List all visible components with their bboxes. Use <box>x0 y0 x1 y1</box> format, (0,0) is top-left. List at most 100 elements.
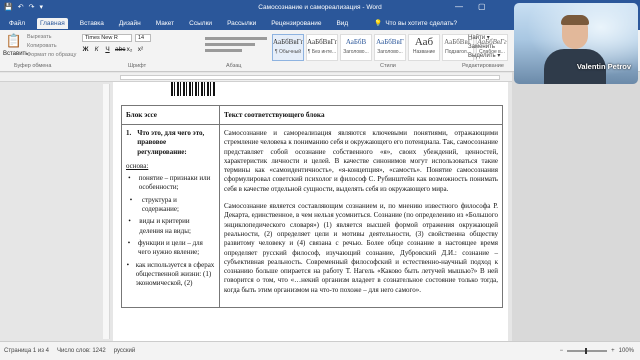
paste-button[interactable]: Вставить <box>3 51 28 57</box>
maximize-button[interactable]: ▢ <box>478 2 486 11</box>
tab-file[interactable]: Файл <box>6 18 28 29</box>
style-preview: АаБбВвГг <box>273 38 303 46</box>
table-header-cell: Текст соответствующего блока <box>219 105 503 125</box>
style-title[interactable]: Ааб Название <box>408 34 440 61</box>
italic-button[interactable]: К <box>93 46 100 53</box>
font-group-label: Шрифт <box>128 63 147 69</box>
document-page[interactable]: Блок эссе Текст соответствующего блока 1… <box>113 82 508 341</box>
style-name: Заголово... <box>377 49 403 55</box>
paragraph-group-label: Абзац <box>226 63 242 69</box>
style-name: Заголово... <box>343 49 369 55</box>
copy-button[interactable]: Копировать <box>27 43 57 49</box>
item-heading: Что это, для чего это, правовое регулиро… <box>137 129 205 156</box>
webcam-overlay: Valentin Petrov <box>514 3 638 84</box>
bullet-icon: • <box>128 217 131 226</box>
table-header-row: Блок эссе Текст соответствующего блока <box>121 105 503 125</box>
style-name: ¶ Обычный <box>274 49 302 55</box>
editing-group: Найти ▾ Заменить Выделить ▾ <box>468 34 500 61</box>
editing-group-label: Редактирование <box>462 63 504 69</box>
font-group: Times New R 14 Ж К Ч abc x₂ x² <box>82 34 197 64</box>
paragraph-group <box>205 34 267 64</box>
style-preview: АаБбВвГ <box>376 38 404 46</box>
tab-home[interactable]: Главная <box>36 17 68 29</box>
style-normal[interactable]: АаБбВвГг ¶ Обычный <box>272 34 304 61</box>
tab-mailings[interactable]: Рассылки <box>224 18 259 29</box>
list-item: как используется в сферах общественной ж… <box>135 260 215 288</box>
list-item: виды и критерии деления на виды; <box>139 217 191 235</box>
word-count[interactable]: Число слов: 1242 <box>57 348 106 354</box>
paste-icon[interactable]: 📋 <box>5 33 23 49</box>
bullet-icon: • <box>127 238 131 247</box>
format-painter-button[interactable]: Формат по образцу <box>27 52 76 58</box>
language-indicator[interactable]: русский <box>114 348 136 354</box>
essay-table: Блок эссе Текст соответствующего блока 1… <box>121 105 503 309</box>
clipboard-group-label: Буфер обмена <box>14 63 52 69</box>
paragraph: Самосознание и самореализация являются к… <box>224 129 498 193</box>
align-icon[interactable] <box>205 43 255 46</box>
zoom-level[interactable]: 100% <box>619 348 634 354</box>
vertical-ruler[interactable] <box>103 84 110 339</box>
zoom-slider[interactable] <box>567 348 608 354</box>
style-heading-2[interactable]: АаБбВвГ Заголово... <box>374 34 406 61</box>
style-name: ¶ Без инте... <box>307 49 337 55</box>
qr-code-image <box>171 82 215 96</box>
replace-button[interactable]: Заменить <box>468 43 500 52</box>
right-panel <box>512 72 640 342</box>
superscript-button[interactable]: x² <box>137 46 144 53</box>
zoom-out-icon[interactable]: − <box>560 348 564 354</box>
bullet-icon: • <box>128 174 131 183</box>
ruler-track <box>120 75 500 80</box>
font-name-select[interactable]: Times New R <box>82 34 132 42</box>
style-heading-1[interactable]: АаБбВ Заголово... <box>340 34 372 61</box>
style-name: Название <box>412 49 436 55</box>
lightbulb-icon: 💡 <box>374 20 383 27</box>
list-item: понятие – признаки или особенности; <box>138 174 211 192</box>
table-cell-left[interactable]: 1. Что это, для чего это, правовое регули… <box>121 123 220 309</box>
tab-references[interactable]: Ссылки <box>186 18 215 29</box>
presenter-hair <box>561 15 589 25</box>
table-cell-right[interactable]: Самосознание и самореализация являются к… <box>219 123 503 309</box>
horizontal-ruler[interactable] <box>0 73 512 82</box>
clipboard-group: 📋 Вставить Вырезать Копировать Формат по… <box>3 33 76 67</box>
basis-label: основа: <box>126 161 149 170</box>
tab-design[interactable]: Дизайн <box>116 18 144 29</box>
bullet-icon: • <box>126 260 130 269</box>
style-preview: АаБбВ <box>345 38 367 46</box>
table-header-cell: Блок эссе <box>121 105 220 125</box>
style-no-spacing[interactable]: АаБбВвГг ¶ Без инте... <box>306 34 338 61</box>
tell-me-search[interactable]: 💡 Что вы хотите сделать? <box>374 19 458 28</box>
bullet-icon: • <box>129 195 133 204</box>
select-button[interactable]: Выделить ▾ <box>468 52 500 61</box>
font-size-select[interactable]: 14 <box>135 34 151 42</box>
document-area: Блок эссе Текст соответствующего блока 1… <box>0 82 512 341</box>
underline-button[interactable]: Ч <box>104 46 111 53</box>
tab-review[interactable]: Рецензирование <box>268 18 324 29</box>
list-item: функции и цели – для чего нужно явление; <box>138 238 203 257</box>
zoom-in-icon[interactable]: + <box>611 348 615 354</box>
presenter-name: Valentin Petrov <box>576 62 631 71</box>
tell-me-text: Что вы хотите сделать? <box>385 19 458 27</box>
list-item: структура и содержание; <box>141 195 179 214</box>
zoom-slider-thumb[interactable] <box>585 348 588 354</box>
style-preview: АаБбВвГг <box>307 38 337 46</box>
bold-button[interactable]: Ж <box>82 46 89 53</box>
minimize-button[interactable]: — <box>455 2 463 11</box>
status-bar: Страница 1 из 4 Число слов: 1242 русский… <box>0 341 640 360</box>
page-count[interactable]: Страница 1 из 4 <box>4 348 49 354</box>
cut-button[interactable]: Вырезать <box>27 34 51 40</box>
zoom-control[interactable]: − + 100% <box>560 348 634 354</box>
strikethrough-button[interactable]: abc <box>115 46 125 53</box>
tab-insert[interactable]: Вставка <box>77 18 107 29</box>
paragraph: Самосознание является составляющим созна… <box>224 202 498 294</box>
bullets-list-icon[interactable] <box>205 37 267 40</box>
find-button[interactable]: Найти ▾ <box>468 34 500 43</box>
tab-layout[interactable]: Макет <box>153 18 177 29</box>
subscript-button[interactable]: x₂ <box>126 46 133 53</box>
indent-icon[interactable] <box>205 49 243 52</box>
format-buttons: Ж К Ч abc x₂ x² <box>82 46 144 53</box>
style-preview: Ааб <box>414 36 434 48</box>
styles-group-label: Стили <box>380 63 396 69</box>
item-number: 1. <box>126 129 132 137</box>
table-row: 1. Что это, для чего это, правовое регули… <box>121 123 503 309</box>
tab-view[interactable]: Вид <box>333 18 351 29</box>
